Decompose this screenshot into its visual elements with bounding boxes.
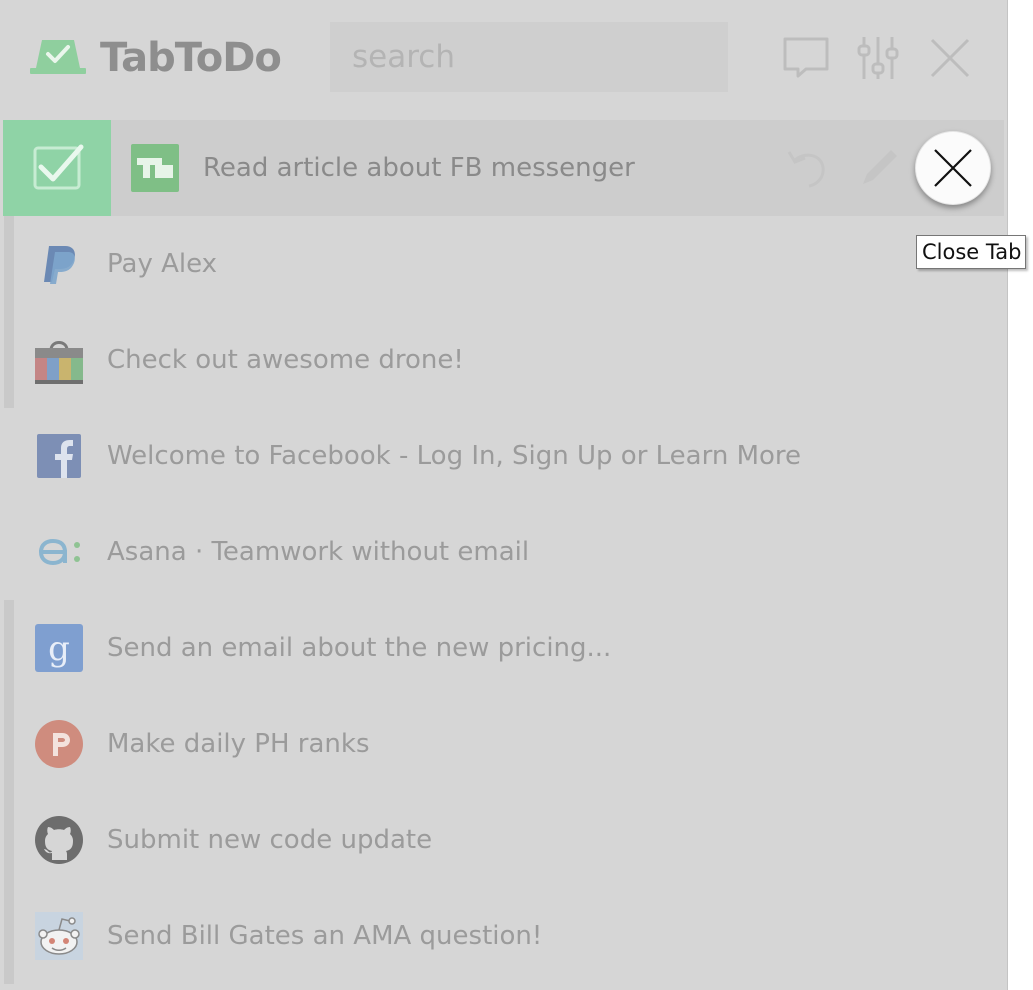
todo-list: Read article about FB messenger Pay Alex: [0, 120, 1007, 984]
todo-item[interactable]: Welcome to Facebook - Log In, Sign Up or…: [0, 408, 1007, 504]
asana-icon: [38, 538, 80, 566]
paypal-icon: [44, 246, 75, 284]
app-title: TabToDo: [100, 35, 282, 81]
todo-title: Check out awesome drone!: [107, 345, 464, 375]
settings-sliders-icon[interactable]: [854, 34, 902, 82]
github-icon: [35, 816, 83, 864]
svg-text:g: g: [48, 629, 70, 669]
close-icon: [934, 149, 972, 187]
techcrunch-icon: [131, 144, 179, 192]
todo-item[interactable]: Make daily PH ranks: [0, 696, 1007, 792]
facebook-icon: [37, 434, 81, 478]
undo-icon[interactable]: [785, 146, 829, 190]
todo-title: Read article about FB messenger: [203, 153, 635, 183]
shopping-bag-icon: [35, 341, 83, 384]
todo-title: Submit new code update: [107, 825, 433, 855]
close-icon[interactable]: [926, 34, 974, 82]
todo-title: Make daily PH ranks: [107, 729, 370, 759]
complete-checkbox[interactable]: [3, 120, 111, 216]
todo-item[interactable]: g Send an email about the new pricing...: [0, 600, 1007, 696]
close-tab-tooltip: Close Tab: [916, 235, 1027, 269]
item-bar: [4, 312, 14, 408]
todo-item[interactable]: Submit new code update: [0, 792, 1007, 888]
edit-icon[interactable]: [857, 146, 901, 190]
close-tab-button[interactable]: [915, 131, 991, 205]
todo-title: Welcome to Facebook - Log In, Sign Up or…: [107, 441, 802, 471]
todo-title: Send Bill Gates an AMA question!: [107, 921, 543, 951]
todo-title: Asana · Teamwork without email: [107, 537, 530, 567]
tabtodo-panel: TabToDo search Read article about FB mes…: [0, 0, 1008, 990]
check-icon: [33, 144, 84, 190]
todo-item[interactable]: Asana · Teamwork without email: [0, 504, 1007, 600]
item-bar: [4, 600, 14, 696]
item-bar: [4, 792, 14, 888]
item-bar: [4, 216, 14, 312]
todo-item[interactable]: Pay Alex: [0, 216, 1007, 312]
header: TabToDo: [0, 0, 1007, 117]
todo-title: Send an email about the new pricing...: [107, 633, 612, 663]
todo-item[interactable]: Send Bill Gates an AMA question!: [0, 888, 1007, 984]
reddit-icon: [35, 912, 83, 960]
producthunt-icon: [35, 720, 83, 768]
search-input[interactable]: [330, 22, 728, 92]
item-bar: [4, 888, 14, 984]
item-bar: [4, 696, 14, 792]
chat-icon[interactable]: [782, 34, 830, 82]
todo-item[interactable]: Check out awesome drone!: [0, 312, 1007, 408]
todo-title: Pay Alex: [107, 249, 218, 279]
tab-check-logo-icon: [30, 40, 86, 74]
active-todo-item[interactable]: Read article about FB messenger: [3, 120, 1004, 216]
google-icon: g: [35, 624, 83, 672]
